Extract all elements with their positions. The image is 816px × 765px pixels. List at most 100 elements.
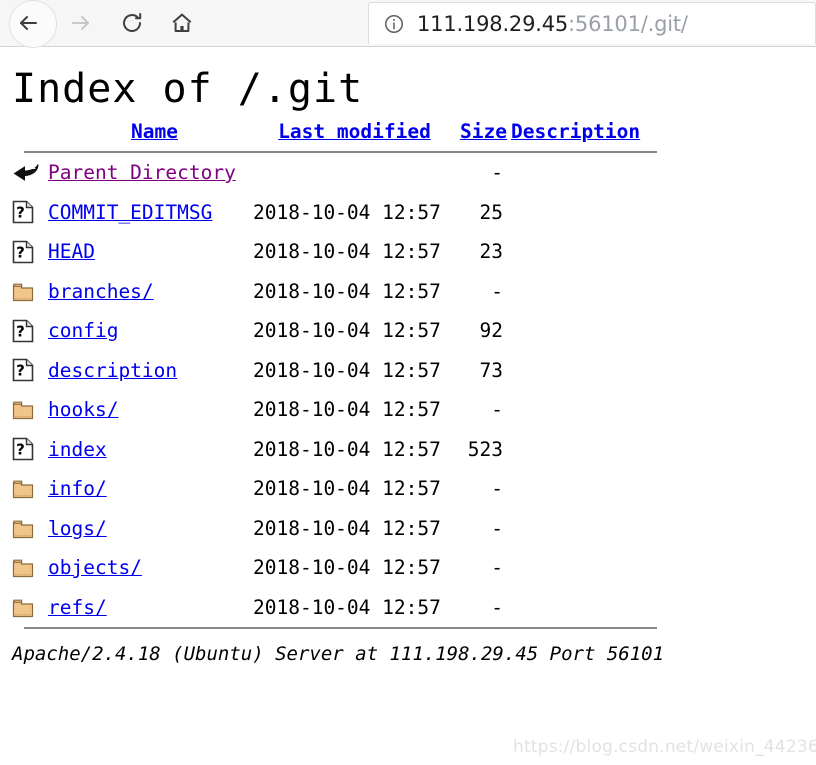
unknown-file-icon: ?	[12, 240, 34, 264]
svg-text:?: ?	[16, 243, 25, 261]
row-name-cell: index	[48, 430, 253, 470]
file-link[interactable]: logs/	[48, 517, 107, 540]
row-date-cell: 2018-10-04 12:57	[253, 319, 441, 342]
row-size-cell: -	[491, 477, 503, 500]
address-bar[interactable]: 111.198.29.45:56101/.git/	[368, 2, 816, 44]
home-button[interactable]	[158, 0, 206, 46]
row-date-cell: 2018-10-04 12:57	[253, 516, 441, 540]
server-signature: Apache/2.4.18 (Ubuntu) Server at 111.198…	[12, 643, 665, 665]
url-path: :56101/.git/	[568, 11, 688, 36]
table-row: info/2018-10-04 12:57 -	[12, 469, 816, 509]
row-size-cell: 23	[479, 240, 503, 263]
row-icon-cell	[12, 518, 48, 539]
table-row: branches/2018-10-04 12:57 -	[12, 272, 816, 312]
column-header-description-link[interactable]: Description	[511, 120, 640, 143]
table-row: ? HEAD 2018-10-04 12:57 23	[12, 232, 816, 272]
column-header-size[interactable]: Size	[452, 112, 507, 152]
table-row: hooks/2018-10-04 12:57 -	[12, 390, 816, 430]
folder-icon	[12, 399, 34, 420]
row-icon-cell: ?	[12, 437, 48, 461]
reload-button[interactable]	[108, 0, 156, 46]
row-date-cell: 2018-10-04 12:57	[253, 240, 441, 263]
table-row: Parent Directory -	[12, 153, 816, 193]
row-icon-cell: ?	[12, 240, 48, 264]
address-bar-text[interactable]: 111.198.29.45:56101/.git/	[417, 12, 688, 36]
row-name-cell: Parent Directory	[48, 153, 253, 193]
file-link[interactable]: HEAD	[48, 240, 95, 263]
svg-text:?: ?	[16, 322, 25, 340]
row-date-cell: 2018-10-04 12:57	[253, 556, 441, 579]
row-date-cell: 2018-10-04 12:57	[253, 279, 441, 303]
folder-icon	[12, 281, 34, 302]
row-date-cell: 2018-10-04 12:57	[253, 200, 441, 224]
column-header-description[interactable]: Description	[507, 112, 640, 152]
file-link[interactable]: config	[48, 319, 118, 342]
row-name-cell: info/	[48, 469, 253, 509]
row-size-cell: -	[491, 279, 503, 303]
column-header-size-link[interactable]: Size	[460, 120, 507, 143]
table-row: logs/2018-10-04 12:57 -	[12, 509, 816, 549]
column-header-name-link[interactable]: Name	[131, 120, 178, 143]
table-body: Parent Directory -? COMMIT_EDITMSG 2018-10-…	[12, 153, 816, 627]
row-size-cell: 73	[479, 358, 503, 382]
table-row: ? description 2018-10-04 12:57 73	[12, 351, 816, 391]
row-name-cell: COMMIT_EDITMSG	[48, 193, 253, 233]
column-header-name[interactable]: Name	[48, 112, 257, 152]
file-link[interactable]: info/	[48, 477, 107, 500]
row-name-cell: branches/	[48, 272, 253, 312]
file-link[interactable]: objects/	[48, 556, 142, 579]
row-size-cell: -	[491, 595, 503, 619]
forward-arrow-icon	[69, 11, 93, 35]
folder-icon	[12, 478, 34, 499]
file-link[interactable]: hooks/	[48, 398, 118, 421]
unknown-file-icon: ?	[12, 358, 34, 382]
home-icon	[170, 11, 194, 35]
row-date-cell: 2018-10-04 12:57	[253, 358, 441, 382]
file-link[interactable]: index	[48, 438, 107, 461]
row-name-cell: objects/	[48, 548, 253, 588]
forward-button	[57, 0, 105, 46]
row-icon-cell: ?	[12, 358, 48, 382]
row-date-cell: 2018-10-04 12:57	[253, 398, 441, 421]
folder-icon	[12, 557, 34, 578]
browser-toolbar: 111.198.29.45:56101/.git/	[0, 0, 816, 48]
unknown-file-icon: ?	[12, 200, 34, 224]
file-link[interactable]: Parent Directory	[48, 161, 236, 184]
table-row: ? index 2018-10-04 12:57 523	[12, 430, 816, 470]
back-button[interactable]	[4, 0, 57, 48]
svg-text:?: ?	[16, 204, 25, 222]
row-name-cell: HEAD	[48, 232, 253, 272]
row-size-cell: 523	[467, 437, 503, 461]
parent-directory-icon	[12, 162, 40, 184]
column-header-last-modified[interactable]: Last modified	[257, 112, 452, 152]
folder-icon	[12, 597, 34, 618]
row-size-cell: 92	[479, 319, 503, 342]
info-circle-icon[interactable]	[383, 13, 405, 35]
row-size-cell: 25	[479, 200, 503, 224]
row-icon-cell	[12, 597, 48, 618]
row-size-cell: -	[491, 161, 503, 184]
table-row: ? config 2018-10-04 12:57 92	[12, 311, 816, 351]
row-name-cell: description	[48, 351, 253, 391]
back-arrow-icon	[16, 11, 40, 35]
file-link[interactable]: description	[48, 359, 177, 382]
directory-table: Name Last modified Size Description Pare…	[0, 113, 816, 629]
file-link[interactable]: refs/	[48, 596, 107, 619]
row-icon-cell	[12, 478, 48, 499]
row-icon-cell	[12, 162, 48, 184]
watermark: https://blog.csdn.net/weixin_44236278	[513, 737, 816, 757]
svg-text:?: ?	[16, 362, 25, 380]
page-title: Index of /.git	[12, 66, 364, 112]
table-row: refs/2018-10-04 12:57 -	[12, 588, 816, 628]
file-link[interactable]: COMMIT_EDITMSG	[48, 201, 212, 224]
row-size-cell: -	[491, 516, 503, 540]
column-header-last-modified-link[interactable]: Last modified	[278, 120, 431, 143]
table-row: objects/2018-10-04 12:57 -	[12, 548, 816, 588]
file-link[interactable]: branches/	[48, 280, 154, 303]
row-icon-cell	[12, 399, 48, 420]
row-name-cell: hooks/	[48, 390, 253, 430]
table-row: ? COMMIT_EDITMSG 2018-10-04 12:57 25	[12, 193, 816, 233]
table-header-row: Name Last modified Size Description	[12, 113, 816, 151]
directory-listing-page: Index of /.git Name Last modified Size D…	[0, 47, 816, 665]
row-date-cell: 2018-10-04 12:57	[253, 595, 441, 619]
